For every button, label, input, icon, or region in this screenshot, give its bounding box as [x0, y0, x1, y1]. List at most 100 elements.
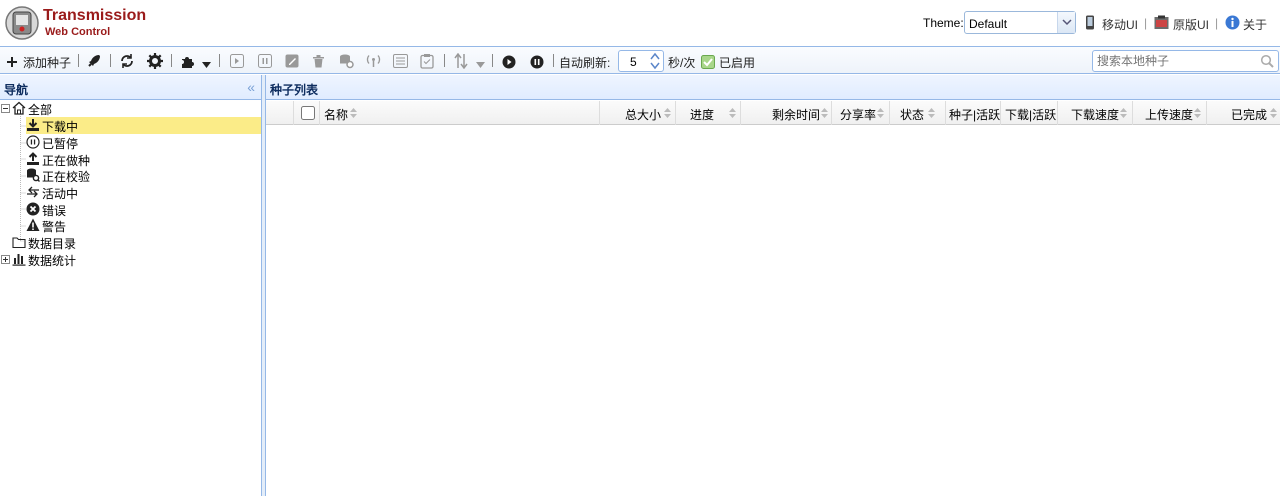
error-icon: [26, 202, 40, 216]
clipboard-icon[interactable]: [420, 53, 434, 69]
download-icon: [27, 119, 39, 131]
column-total-size[interactable]: 总大小: [600, 101, 676, 125]
info-icon: [1225, 15, 1240, 30]
sort-icon: [821, 108, 828, 118]
column-label: 剩余时间: [772, 108, 821, 122]
about-link[interactable]: 关于: [1243, 16, 1267, 33]
plugin-icon[interactable]: [180, 53, 196, 69]
add-icon[interactable]: [6, 54, 18, 70]
column-download-speed[interactable]: 下载速度: [1058, 101, 1133, 125]
refresh-interval-value[interactable]: 5: [630, 55, 637, 69]
column-progress[interactable]: 进度: [676, 101, 741, 125]
refresh-unit-label: 秒/次: [668, 56, 696, 70]
toolbar-separator: [110, 54, 111, 67]
search-box[interactable]: [1092, 50, 1279, 72]
theme-select[interactable]: Default: [964, 11, 1076, 34]
chevron-down-icon[interactable]: [1057, 12, 1075, 33]
tree-expand-icon[interactable]: [1, 255, 10, 264]
tree-item-checking[interactable]: 正在校验: [26, 167, 106, 184]
tree-item-label: 数据目录: [28, 237, 77, 251]
sort-icon: [729, 108, 736, 118]
refresh-interval-stepper[interactable]: 5: [618, 50, 664, 72]
stepper-arrows-icon[interactable]: [647, 51, 663, 71]
header-separator: |: [1144, 16, 1148, 30]
auto-refresh-enabled-label[interactable]: 已启用: [719, 54, 755, 71]
tree-item-statistics[interactable]: 数据统计: [12, 251, 92, 268]
original-ui-icon: [1154, 15, 1169, 29]
column-label: 下载|活跃: [1005, 108, 1057, 122]
toolbar-separator: [171, 54, 172, 67]
list-icon[interactable]: [393, 53, 408, 69]
collapse-left-icon[interactable]: «: [247, 79, 255, 95]
column-label: 已完成: [1231, 108, 1268, 122]
pause-all-icon[interactable]: [530, 54, 544, 70]
pause-torrent-icon[interactable]: [258, 53, 272, 69]
rocket-icon[interactable]: [86, 53, 102, 69]
navigation-panel: 导航 « 全部 下载中 已暂停 正在做种 正在校验 活动中 错误 警告 数据目录…: [0, 75, 262, 496]
sort-arrows-icon[interactable]: [454, 53, 468, 69]
original-ui-link[interactable]: 原版UI: [1173, 16, 1209, 33]
tree-item-label: 全部: [28, 103, 53, 117]
logo-title: Transmission: [43, 7, 147, 24]
caret-down-icon[interactable]: [476, 57, 485, 73]
column-peers-active[interactable]: 下载|活跃: [1001, 101, 1058, 125]
theme-select-value: Default: [969, 17, 1008, 31]
tree-item-seeding[interactable]: 正在做种: [26, 151, 106, 168]
caret-down-icon[interactable]: [202, 57, 211, 73]
tree-item-label: 已暂停: [42, 137, 79, 151]
column-seeds-active[interactable]: 种子|活跃: [946, 101, 1001, 125]
tree-item-label: 活动中: [42, 187, 79, 201]
column-name[interactable]: 名称: [320, 101, 600, 125]
mobile-ui-link[interactable]: 移动UI: [1102, 16, 1138, 33]
start-all-icon[interactable]: [502, 54, 516, 70]
column-ratio[interactable]: 分享率: [832, 101, 890, 125]
toolbar-separator: [78, 54, 79, 67]
mobile-icon: [1086, 15, 1094, 30]
tree-item-label: 警告: [42, 220, 67, 234]
tree-item-data-folders[interactable]: 数据目录: [12, 234, 92, 251]
column-remaining-time[interactable]: 剩余时间: [741, 101, 832, 125]
sort-icon: [350, 108, 357, 118]
delete-icon[interactable]: [312, 53, 325, 69]
tree-item-paused[interactable]: 已暂停: [26, 134, 106, 151]
auto-refresh-label: 自动刷新:: [559, 56, 611, 70]
transmission-logo-icon: [5, 6, 39, 40]
upload-icon: [27, 152, 39, 165]
sort-icon: [1120, 108, 1127, 118]
sort-icon: [877, 108, 884, 118]
gear-icon[interactable]: [147, 53, 163, 69]
tracker-icon[interactable]: [366, 53, 381, 69]
torrent-list-title: 种子列表: [270, 83, 319, 97]
column-label: 总大小: [625, 108, 662, 122]
add-torrent-button[interactable]: 添加种子: [23, 54, 71, 71]
table-header-row: 名称 总大小 进度 剩余时间 分享率 状态 种子|活跃 下载|活跃 下载速度 上…: [266, 101, 1280, 125]
column-status[interactable]: 状态: [890, 101, 946, 125]
column-label: 进度: [690, 108, 715, 122]
checkbox-checked-icon[interactable]: [701, 54, 715, 70]
tree-item-error[interactable]: 错误: [26, 201, 106, 218]
folder-icon: [12, 237, 26, 249]
warning-icon: [26, 218, 40, 231]
column-label: 上传速度: [1145, 108, 1194, 122]
toolbar-separator: [492, 54, 493, 67]
toolbar-separator: [444, 54, 445, 67]
tree-item-all[interactable]: 全部: [12, 100, 92, 117]
tree-item-active[interactable]: 活动中: [26, 184, 106, 201]
tree-item-label: 正在校验: [42, 170, 91, 184]
column-upload-speed[interactable]: 上传速度: [1133, 101, 1207, 125]
search-icon[interactable]: [1260, 54, 1274, 68]
pause-icon: [26, 135, 40, 149]
edit-icon[interactable]: [285, 53, 299, 69]
tree-item-warning[interactable]: 警告: [26, 217, 106, 234]
column-completed[interactable]: 已完成: [1207, 101, 1280, 125]
refresh-icon[interactable]: [119, 53, 135, 69]
toolbar-separator: [553, 54, 554, 67]
tree-collapse-icon[interactable]: [1, 104, 10, 113]
tree-item-downloading[interactable]: 下载中: [26, 117, 261, 134]
select-all-checkbox[interactable]: [301, 106, 315, 120]
torrent-list-panel: 种子列表 名称 总大小 进度 剩余时间 分享率 状态 种子|活跃 下载|活跃 下…: [266, 75, 1280, 496]
select-all-column[interactable]: [294, 101, 320, 125]
verify-icon[interactable]: [339, 53, 354, 69]
start-icon[interactable]: [230, 53, 244, 69]
search-input[interactable]: [1097, 53, 1257, 69]
